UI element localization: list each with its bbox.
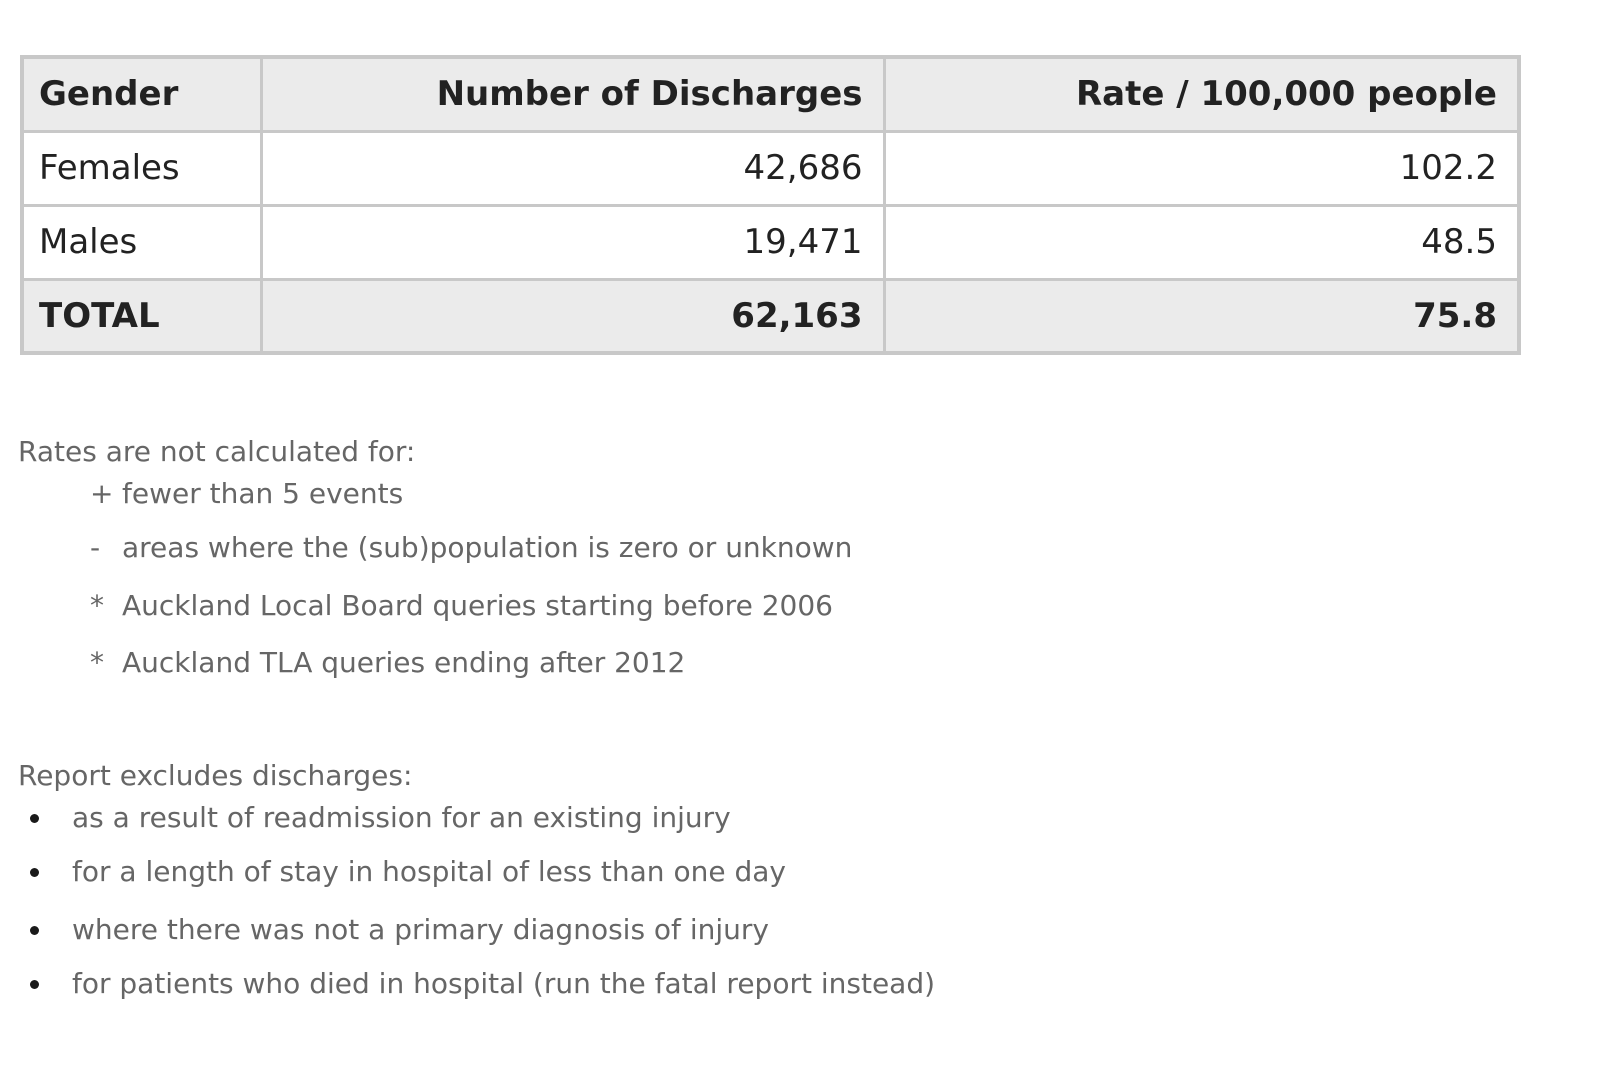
report-exclusions-heading: Report excludes discharges:	[18, 759, 413, 792]
table-row-females: Females 42,686 102.2	[20, 129, 1521, 207]
cell-rate: 102.2	[882, 129, 1521, 207]
bullet-icon	[30, 926, 39, 935]
report-exclusion-item: for a length of stay in hospital of less…	[0, 855, 786, 889]
table-row-males: Males 19,471 48.5	[20, 203, 1521, 281]
cell-gender: Males	[20, 203, 263, 281]
footnote-symbol: -	[90, 531, 101, 564]
report-exclusion-item: as a result of readmission for an existi…	[0, 801, 731, 835]
column-header-discharges: Number of Discharges	[259, 55, 886, 133]
footnote-symbol: +	[90, 477, 114, 510]
report-exclusion-text: where there was not a primary diagnosis …	[72, 913, 769, 946]
rate-exclusion-item: - areas where the (sub)population is zero…	[90, 531, 852, 565]
report-exclusion-item: where there was not a primary diagnosis …	[0, 913, 769, 947]
rate-exclusion-item: + fewer than 5 events	[90, 477, 403, 511]
cell-total-rate: 75.8	[882, 277, 1521, 355]
rate-exclusion-item: * Auckland TLA queries ending after 2012	[90, 646, 685, 680]
footnote-symbol: *	[90, 646, 104, 679]
table-header-row: Gender Number of Discharges Rate / 100,0…	[20, 55, 1521, 133]
report-exclusion-item: for patients who died in hospital (run t…	[0, 967, 935, 1001]
report-exclusion-text: as a result of readmission for an existi…	[72, 801, 731, 834]
rate-exclusion-item: * Auckland Local Board queries starting b…	[90, 589, 833, 623]
rate-exclusion-text: fewer than 5 events	[122, 477, 404, 510]
rate-exclusion-text: areas where the (sub)population is zero …	[122, 531, 853, 564]
cell-discharges: 42,686	[259, 129, 886, 207]
cell-rate: 48.5	[882, 203, 1521, 281]
cell-discharges: 19,471	[259, 203, 886, 281]
bullet-icon	[30, 814, 39, 823]
cell-total-label: TOTAL	[20, 277, 263, 355]
cell-gender: Females	[20, 129, 263, 207]
footnote-symbol: *	[90, 589, 104, 622]
rate-exclusions-heading: Rates are not calculated for:	[18, 435, 416, 468]
report-exclusion-text: for a length of stay in hospital of less…	[72, 855, 786, 888]
bullet-icon	[30, 980, 39, 989]
column-header-gender: Gender	[20, 55, 263, 133]
report-exclusion-text: for patients who died in hospital (run t…	[72, 967, 936, 1000]
cell-total-discharges: 62,163	[259, 277, 886, 355]
column-header-rate: Rate / 100,000 people	[882, 55, 1521, 133]
rate-exclusion-text: Auckland TLA queries ending after 2012	[122, 646, 686, 679]
bullet-icon	[30, 868, 39, 877]
discharges-table: Gender Number of Discharges Rate / 100,0…	[20, 55, 1521, 355]
rate-exclusion-text: Auckland Local Board queries starting be…	[122, 589, 833, 622]
table-row-total: TOTAL 62,163 75.8	[20, 277, 1521, 355]
